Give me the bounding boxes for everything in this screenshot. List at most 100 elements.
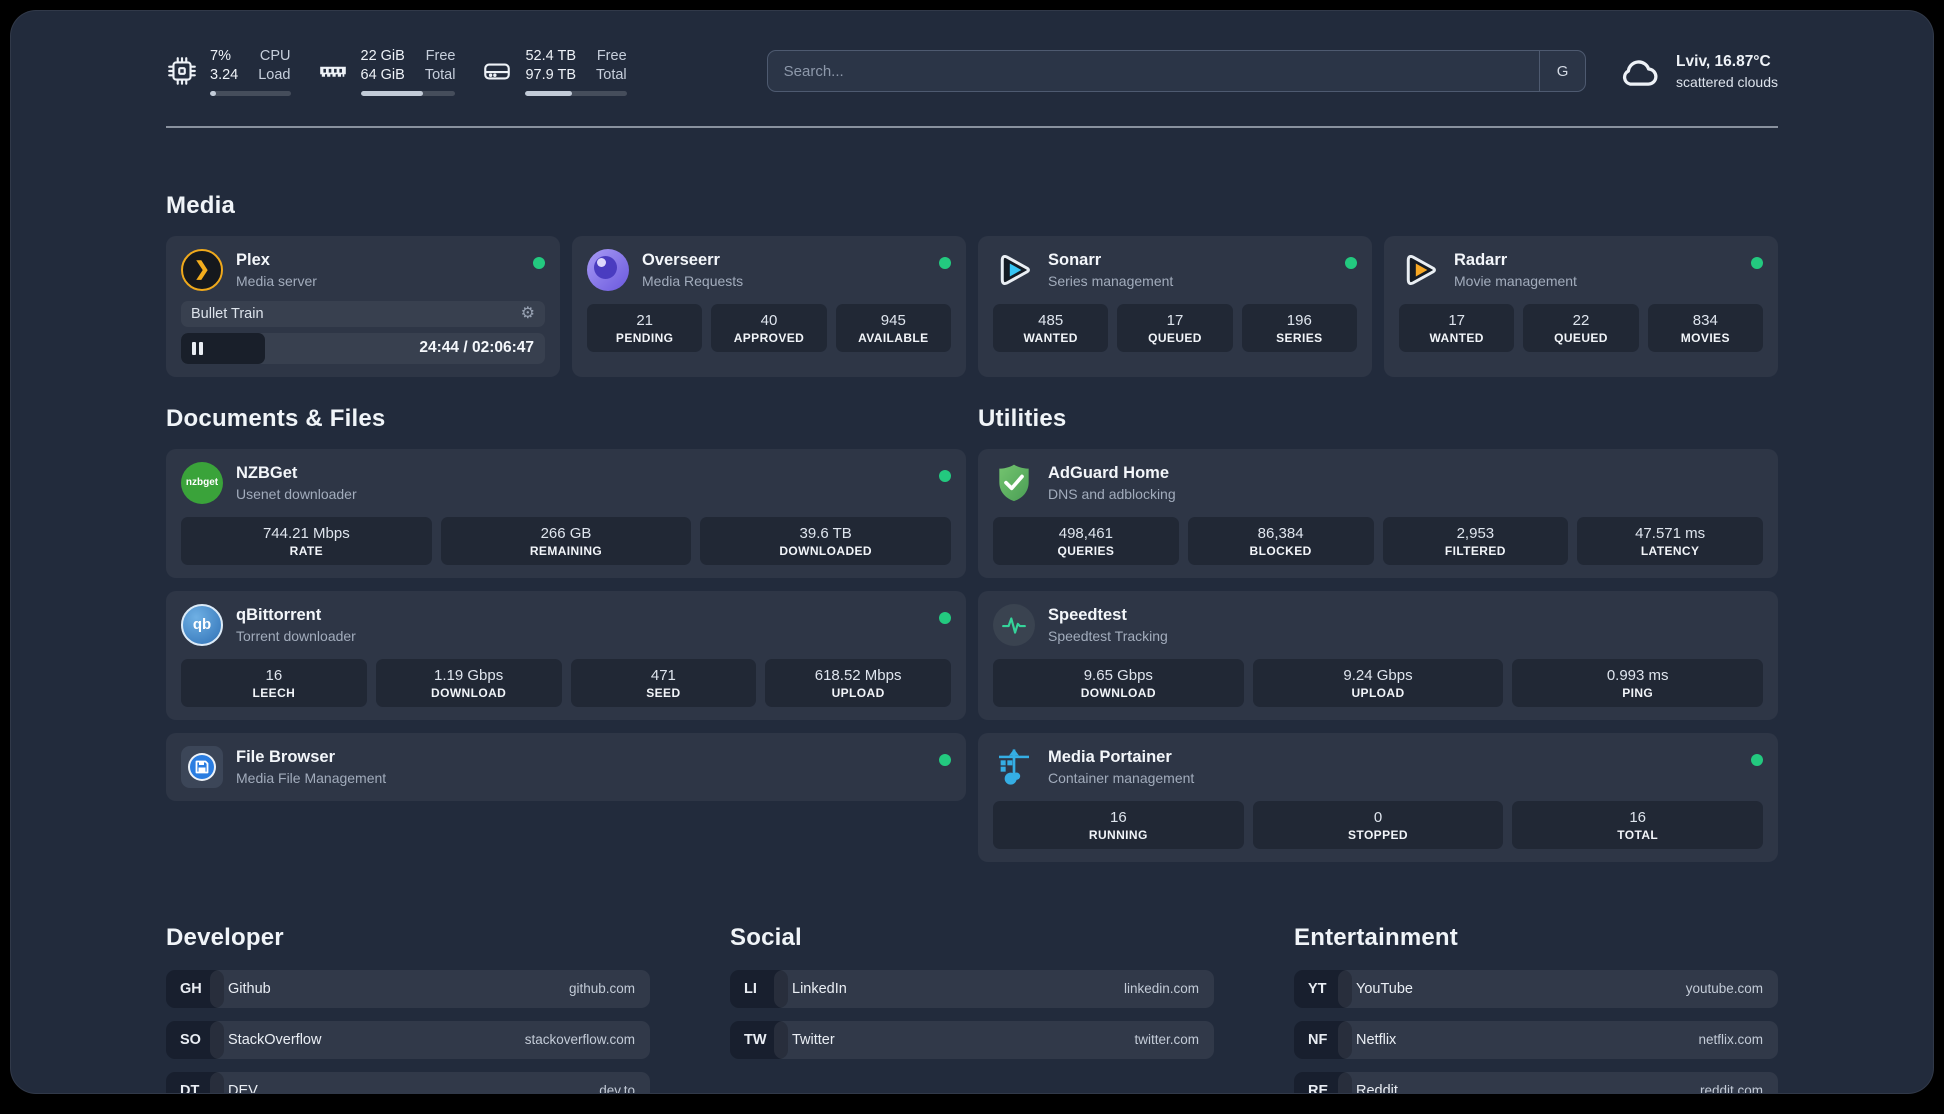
bookmark-netflix-url: netflix.com <box>1698 1032 1763 1048</box>
filebrowser-card[interactable]: File Browser Media File Management <box>166 732 966 801</box>
qbittorrent-stat-leech: 16 LEECH <box>181 658 367 707</box>
bookmarks-social: Social LI LinkedIn linkedin.com TW Twitt… <box>730 923 1214 1093</box>
cpu-load-value: 3.24 <box>210 66 239 83</box>
search-provider-button[interactable]: G <box>1539 51 1585 92</box>
plex-progress-played <box>181 332 265 364</box>
weather-condition: scattered clouds <box>1676 73 1778 90</box>
radarr-description: Movie management <box>1454 272 1577 289</box>
qbittorrent-title: qBittorrent <box>236 605 322 624</box>
overseerr-card[interactable]: Overseerr Media Requests 21 PENDING 40 A… <box>572 235 966 377</box>
plex-description: Media server <box>236 272 317 289</box>
cpu-load-label: Load <box>258 66 291 83</box>
bookmark-reddit[interactable]: RE Reddit reddit.com <box>1294 1071 1778 1094</box>
search-input[interactable] <box>767 51 1540 92</box>
nzbget-card[interactable]: nzbget NZBGet Usenet downloader 744.21 M… <box>166 448 966 578</box>
speedtest-title: Speedtest <box>1048 605 1127 624</box>
bookmark-stackoverflow[interactable]: SO StackOverflow stackoverflow.com <box>166 1020 650 1059</box>
speedtest-stat-upload: 9.24 Gbps UPLOAD <box>1252 658 1504 707</box>
bookmark-twitter-url: twitter.com <box>1134 1032 1199 1048</box>
memory-progress-bar <box>360 90 456 96</box>
portainer-stat-running: 16 RUNNING <box>993 800 1244 849</box>
portainer-description: Container management <box>1048 769 1195 786</box>
overseerr-icon <box>587 248 629 291</box>
speedtest-icon <box>993 603 1035 646</box>
weather-location: Lviv, 16.87°C <box>1676 52 1771 70</box>
nzbget-title: NZBGet <box>236 463 298 482</box>
disk-free-label: Free <box>596 48 627 64</box>
pause-icon[interactable] <box>192 341 196 355</box>
bookmark-netflix-name: Netflix <box>1356 1031 1397 1048</box>
speedtest-card[interactable]: Speedtest Speedtest Tracking 9.65 Gbps D… <box>978 590 1778 720</box>
bookmark-linkedin-name: LinkedIn <box>792 980 847 997</box>
qbittorrent-stat-upload: 618.52 Mbps UPLOAD <box>765 658 951 707</box>
ram-icon <box>319 67 346 78</box>
bookmark-twitter[interactable]: TW Twitter twitter.com <box>730 1020 1214 1059</box>
top-bar: 7% 3.24 CPU Load 22 GiB 64 GiB Free Tota… <box>166 47 1778 96</box>
radarr-stat-queued: 22 QUEUED <box>1523 303 1639 352</box>
filebrowser-title: File Browser <box>236 747 336 766</box>
search-bar[interactable]: G <box>766 50 1587 93</box>
sonarr-stat-wanted: 485 WANTED <box>993 303 1109 352</box>
adguard-stat-blocked: 86,384 BLOCKED <box>1187 516 1374 565</box>
qbittorrent-description: Torrent downloader <box>236 627 356 644</box>
nzbget-stat-rate: 744.21 Mbps RATE <box>181 516 432 565</box>
speedtest-description: Speedtest Tracking <box>1048 627 1168 644</box>
section-title-developer: Developer <box>166 923 284 951</box>
filebrowser-description: Media File Management <box>236 769 387 786</box>
cpu-usage-value: 7% <box>210 48 231 64</box>
bookmark-reddit-name: Reddit <box>1356 1082 1398 1094</box>
section-title-social: Social <box>730 923 802 951</box>
disk-progress-fill <box>525 90 573 96</box>
bookmark-youtube[interactable]: YT YouTube youtube.com <box>1294 969 1778 1008</box>
portainer-stat-stopped: 0 STOPPED <box>1252 800 1504 849</box>
sonarr-description: Series management <box>1048 272 1174 289</box>
memory-stat-widget: 22 GiB 64 GiB Free Total <box>317 47 456 96</box>
qbittorrent-stat-download: 1.19 Gbps DOWNLOAD <box>375 658 562 707</box>
portainer-title: Media Portainer <box>1048 747 1172 766</box>
adguard-stat-queries: 498,461 QUERIES <box>993 516 1179 565</box>
filebrowser-icon <box>181 745 223 788</box>
radarr-icon <box>1399 249 1441 291</box>
bookmark-linkedin[interactable]: LI LinkedIn linkedin.com <box>730 969 1214 1008</box>
plex-media-title: Bullet Train <box>191 305 264 322</box>
portainer-card[interactable]: Media Portainer Container management 16 … <box>978 732 1778 862</box>
memory-total-label: Total <box>424 66 456 83</box>
overseerr-stat-pending: 21 PENDING <box>587 303 703 352</box>
bookmark-dev[interactable]: DT DEV dev.to <box>166 1071 650 1093</box>
section-title-documents: Documents & Files <box>166 404 386 432</box>
sonarr-icon <box>993 249 1035 291</box>
plex-card[interactable]: ❯ Plex Media server Bullet Train ⚙ 24:44… <box>166 235 560 377</box>
filebrowser-status-dot <box>939 753 951 766</box>
disk-stat-widget: 52.4 TB 97.9 TB Free Total <box>481 47 627 96</box>
disk-progress-bar <box>525 90 627 96</box>
bookmark-linkedin-url: linkedin.com <box>1123 981 1199 997</box>
disk-total-value: 97.9 TB <box>525 66 577 83</box>
overseerr-description: Media Requests <box>642 272 744 289</box>
section-title-media: Media <box>166 191 236 219</box>
bookmark-github-name: Github <box>228 980 271 997</box>
bookmark-github[interactable]: GH Github github.com <box>166 969 650 1008</box>
bookmark-netflix[interactable]: NF Netflix netflix.com <box>1294 1020 1778 1059</box>
media-cards: ❯ Plex Media server Bullet Train ⚙ 24:44… <box>166 235 1778 377</box>
bookmark-reddit-url: reddit.com <box>1699 1083 1763 1094</box>
documents-column: Documents & Files nzbget NZBGet Usenet d… <box>166 405 966 862</box>
memory-total-value: 64 GiB <box>360 66 405 83</box>
memory-progress-fill <box>360 90 424 96</box>
disk-icon <box>484 63 511 80</box>
bookmark-youtube-name: YouTube <box>1356 980 1413 997</box>
overseerr-title: Overseerr <box>642 250 720 269</box>
plex-progress-bar[interactable]: 24:44 / 02:06:47 <box>181 332 545 364</box>
section-title-entertainment: Entertainment <box>1294 923 1458 951</box>
disk-free-value: 52.4 TB <box>525 48 577 64</box>
nzbget-description: Usenet downloader <box>236 485 357 502</box>
sonarr-card[interactable]: Sonarr Series management 485 WANTED 17 Q… <box>978 235 1372 377</box>
radarr-card[interactable]: Radarr Movie management 17 WANTED 22 QUE… <box>1384 235 1778 377</box>
plex-settings-icon[interactable]: ⚙ <box>521 305 535 322</box>
radarr-stat-wanted: 17 WANTED <box>1399 303 1515 352</box>
qbittorrent-card[interactable]: qb qBittorrent Torrent downloader 16 LEE… <box>166 590 966 720</box>
plex-title: Plex <box>236 250 270 269</box>
adguard-card[interactable]: AdGuard Home DNS and adblocking 498,461 … <box>978 448 1778 578</box>
adguard-description: DNS and adblocking <box>1048 485 1176 502</box>
overseerr-stat-approved: 40 APPROVED <box>711 303 827 352</box>
radarr-title: Radarr <box>1454 250 1508 269</box>
